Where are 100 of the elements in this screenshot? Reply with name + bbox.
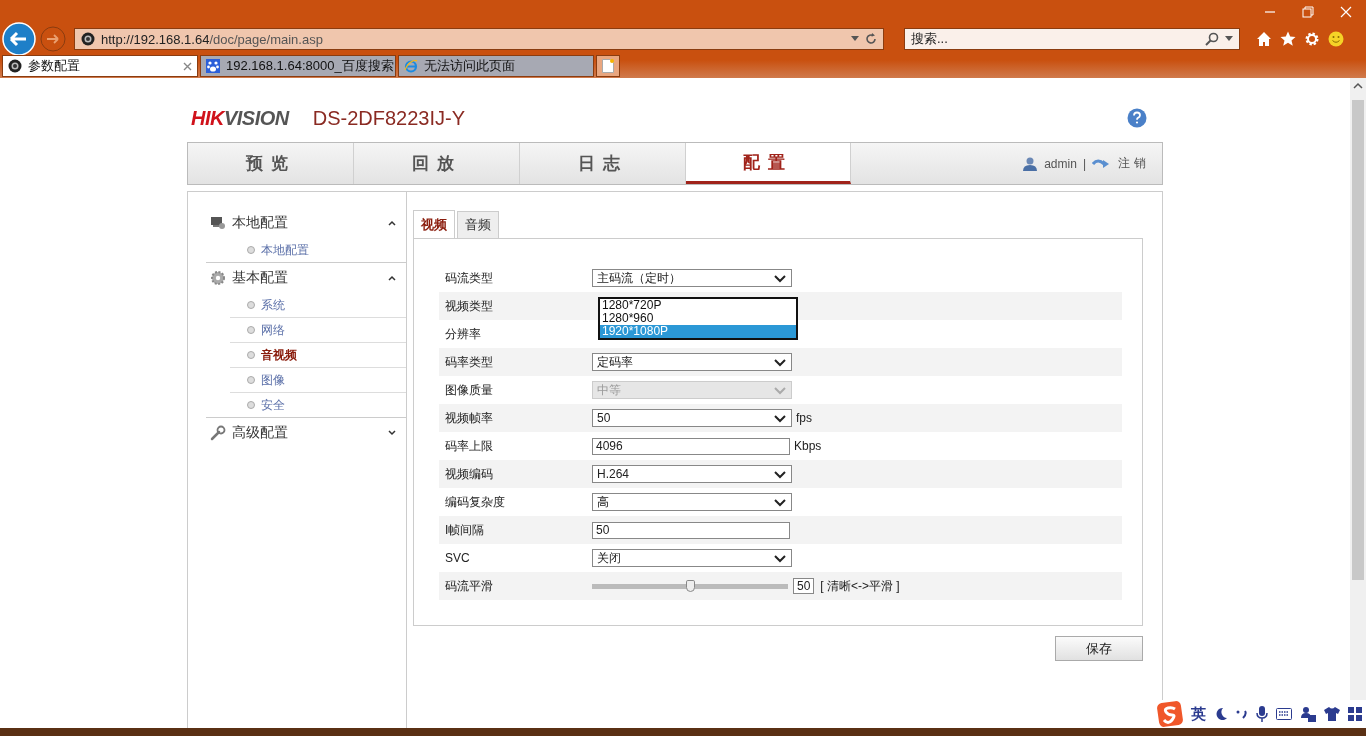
slider-hint: [ 清晰<->平滑 ] — [820, 577, 900, 595]
smiley-icon[interactable] — [1328, 31, 1344, 47]
dropdown[interactable]: 高 — [592, 493, 792, 511]
dropdown-option[interactable]: 1280*720P — [600, 299, 796, 312]
nav-tab[interactable]: 回放 — [354, 143, 520, 184]
sidebar-item[interactable]: 网络 — [230, 318, 406, 343]
field-label: 视频类型 — [444, 297, 494, 315]
field-label: 码流类型 — [444, 269, 494, 287]
logout-link[interactable]: 注销 — [1118, 155, 1150, 172]
page-icon — [602, 59, 614, 73]
unit-label: Kbps — [794, 439, 822, 453]
camera-icon — [8, 59, 22, 73]
sogou-logo-icon[interactable] — [1157, 701, 1183, 727]
sub-tab[interactable]: 音频 — [457, 211, 499, 238]
bullet-icon — [247, 376, 255, 384]
caret-up-icon[interactable] — [388, 220, 396, 226]
field-label: 分辨率 — [444, 325, 482, 343]
dropdown[interactable]: 主码流（定时） — [592, 269, 792, 287]
caret-up-icon[interactable] — [388, 275, 396, 281]
dropdown[interactable]: 50 — [592, 409, 792, 427]
caret-down-icon[interactable] — [388, 430, 396, 436]
paw-icon — [206, 59, 220, 73]
user-badge-icon[interactable] — [1300, 706, 1316, 722]
sidebar-item[interactable]: 安全 — [230, 393, 406, 417]
chevron-icon — [773, 552, 787, 564]
bullet-icon — [247, 326, 255, 334]
back-icon[interactable] — [2, 22, 36, 56]
dropdown[interactable]: 定码率 — [592, 353, 792, 371]
field-label: 码率上限 — [444, 437, 494, 455]
caret-icon[interactable] — [851, 36, 859, 42]
sidebar-item[interactable]: 系统 — [230, 293, 406, 318]
settings-icon[interactable] — [1304, 31, 1320, 47]
microphone-icon[interactable] — [1256, 706, 1268, 722]
grid-icon[interactable] — [1348, 707, 1362, 721]
sidebar-group[interactable]: 本地配置 — [206, 208, 406, 238]
field-label: 码率类型 — [444, 353, 494, 371]
field-label: SVC — [444, 551, 471, 565]
camera-icon — [81, 32, 95, 46]
home-icon[interactable] — [1256, 31, 1272, 47]
search-icon[interactable] — [1205, 32, 1219, 46]
chevron-icon — [773, 468, 787, 480]
field-label: 图像质量 — [444, 381, 494, 399]
dropdown-list[interactable]: 1280*720P 1280*960 1920*1080P — [598, 297, 798, 340]
unit-label: fps — [796, 411, 812, 425]
nav-tab[interactable]: 配置 — [686, 143, 851, 184]
bullet-icon — [247, 246, 255, 254]
slider-value: 50 — [793, 578, 815, 594]
field-label: 视频帧率 — [444, 409, 494, 427]
wrench-icon — [210, 425, 226, 441]
browser-tab[interactable]: 参数配置 — [2, 55, 198, 77]
sidebar-item[interactable]: 图像 — [230, 368, 406, 393]
input-mode[interactable]: 英 — [1191, 704, 1206, 724]
forward-icon[interactable] — [40, 26, 66, 52]
restore-icon[interactable] — [1302, 6, 1314, 18]
sidebar-item[interactable]: 本地配置 — [230, 238, 406, 262]
browser-tab[interactable]: 无法访问此页面 — [398, 55, 594, 77]
input-field[interactable]: 4096 — [592, 437, 790, 455]
new-tab-button[interactable] — [596, 55, 620, 77]
field-label: 视频编码 — [444, 465, 494, 483]
bullet-icon — [247, 401, 255, 409]
close-icon[interactable] — [183, 61, 192, 71]
nav-tab[interactable]: 预览 — [188, 143, 354, 184]
chevron-icon — [773, 412, 787, 424]
star-icon[interactable] — [1280, 31, 1296, 47]
caret-icon[interactable] — [1225, 36, 1233, 42]
dropdown[interactable]: H.264 — [592, 465, 792, 483]
sidebar-group[interactable]: 基本配置 — [206, 263, 406, 293]
slider-track[interactable] — [592, 583, 788, 589]
sub-tab[interactable]: 视频 — [413, 210, 455, 239]
moon-icon[interactable] — [1214, 707, 1228, 721]
keyboard-icon[interactable] — [1276, 708, 1292, 720]
ie-logo-icon — [404, 59, 418, 73]
save-button[interactable]: 保存 — [1055, 636, 1143, 661]
field-label: I帧间隔 — [444, 521, 486, 539]
logout-icon[interactable] — [1092, 157, 1110, 170]
bullet-icon — [247, 301, 255, 309]
dropdown-option[interactable]: 1280*960 — [600, 312, 796, 325]
sidebar-group[interactable]: 高级配置 — [206, 418, 406, 448]
address-bar[interactable]: http://192.168.1.64/doc/page/main.asp — [74, 28, 884, 50]
chevron-icon — [773, 272, 787, 284]
monitor-icon — [210, 215, 226, 231]
browser-tab[interactable]: 192.168.1.64:8000_百度搜索 — [200, 55, 396, 77]
chevron-icon — [773, 496, 787, 508]
brand-logo: HIKVISION — [191, 106, 289, 130]
help-icon[interactable] — [1127, 108, 1147, 128]
model-name: DS-2DF8223IJ-Y — [312, 106, 467, 130]
scrollbar[interactable] — [1350, 78, 1366, 700]
shirt-icon[interactable] — [1324, 707, 1340, 721]
refresh-icon[interactable] — [865, 33, 877, 45]
dropdown[interactable]: 关闭 — [592, 549, 792, 567]
field-label: 码流平滑 — [444, 577, 494, 595]
slider-thumb[interactable] — [686, 579, 695, 592]
sidebar-item[interactable]: 音视频 — [230, 343, 406, 368]
gear-icon — [210, 270, 226, 286]
input-field[interactable]: 50 — [592, 521, 790, 539]
field-label: 编码复杂度 — [444, 493, 506, 511]
separator: | — [1082, 156, 1086, 171]
search-field[interactable]: 搜索... — [904, 28, 1240, 50]
chevron-icon — [773, 384, 787, 396]
user-icon — [1022, 155, 1039, 172]
